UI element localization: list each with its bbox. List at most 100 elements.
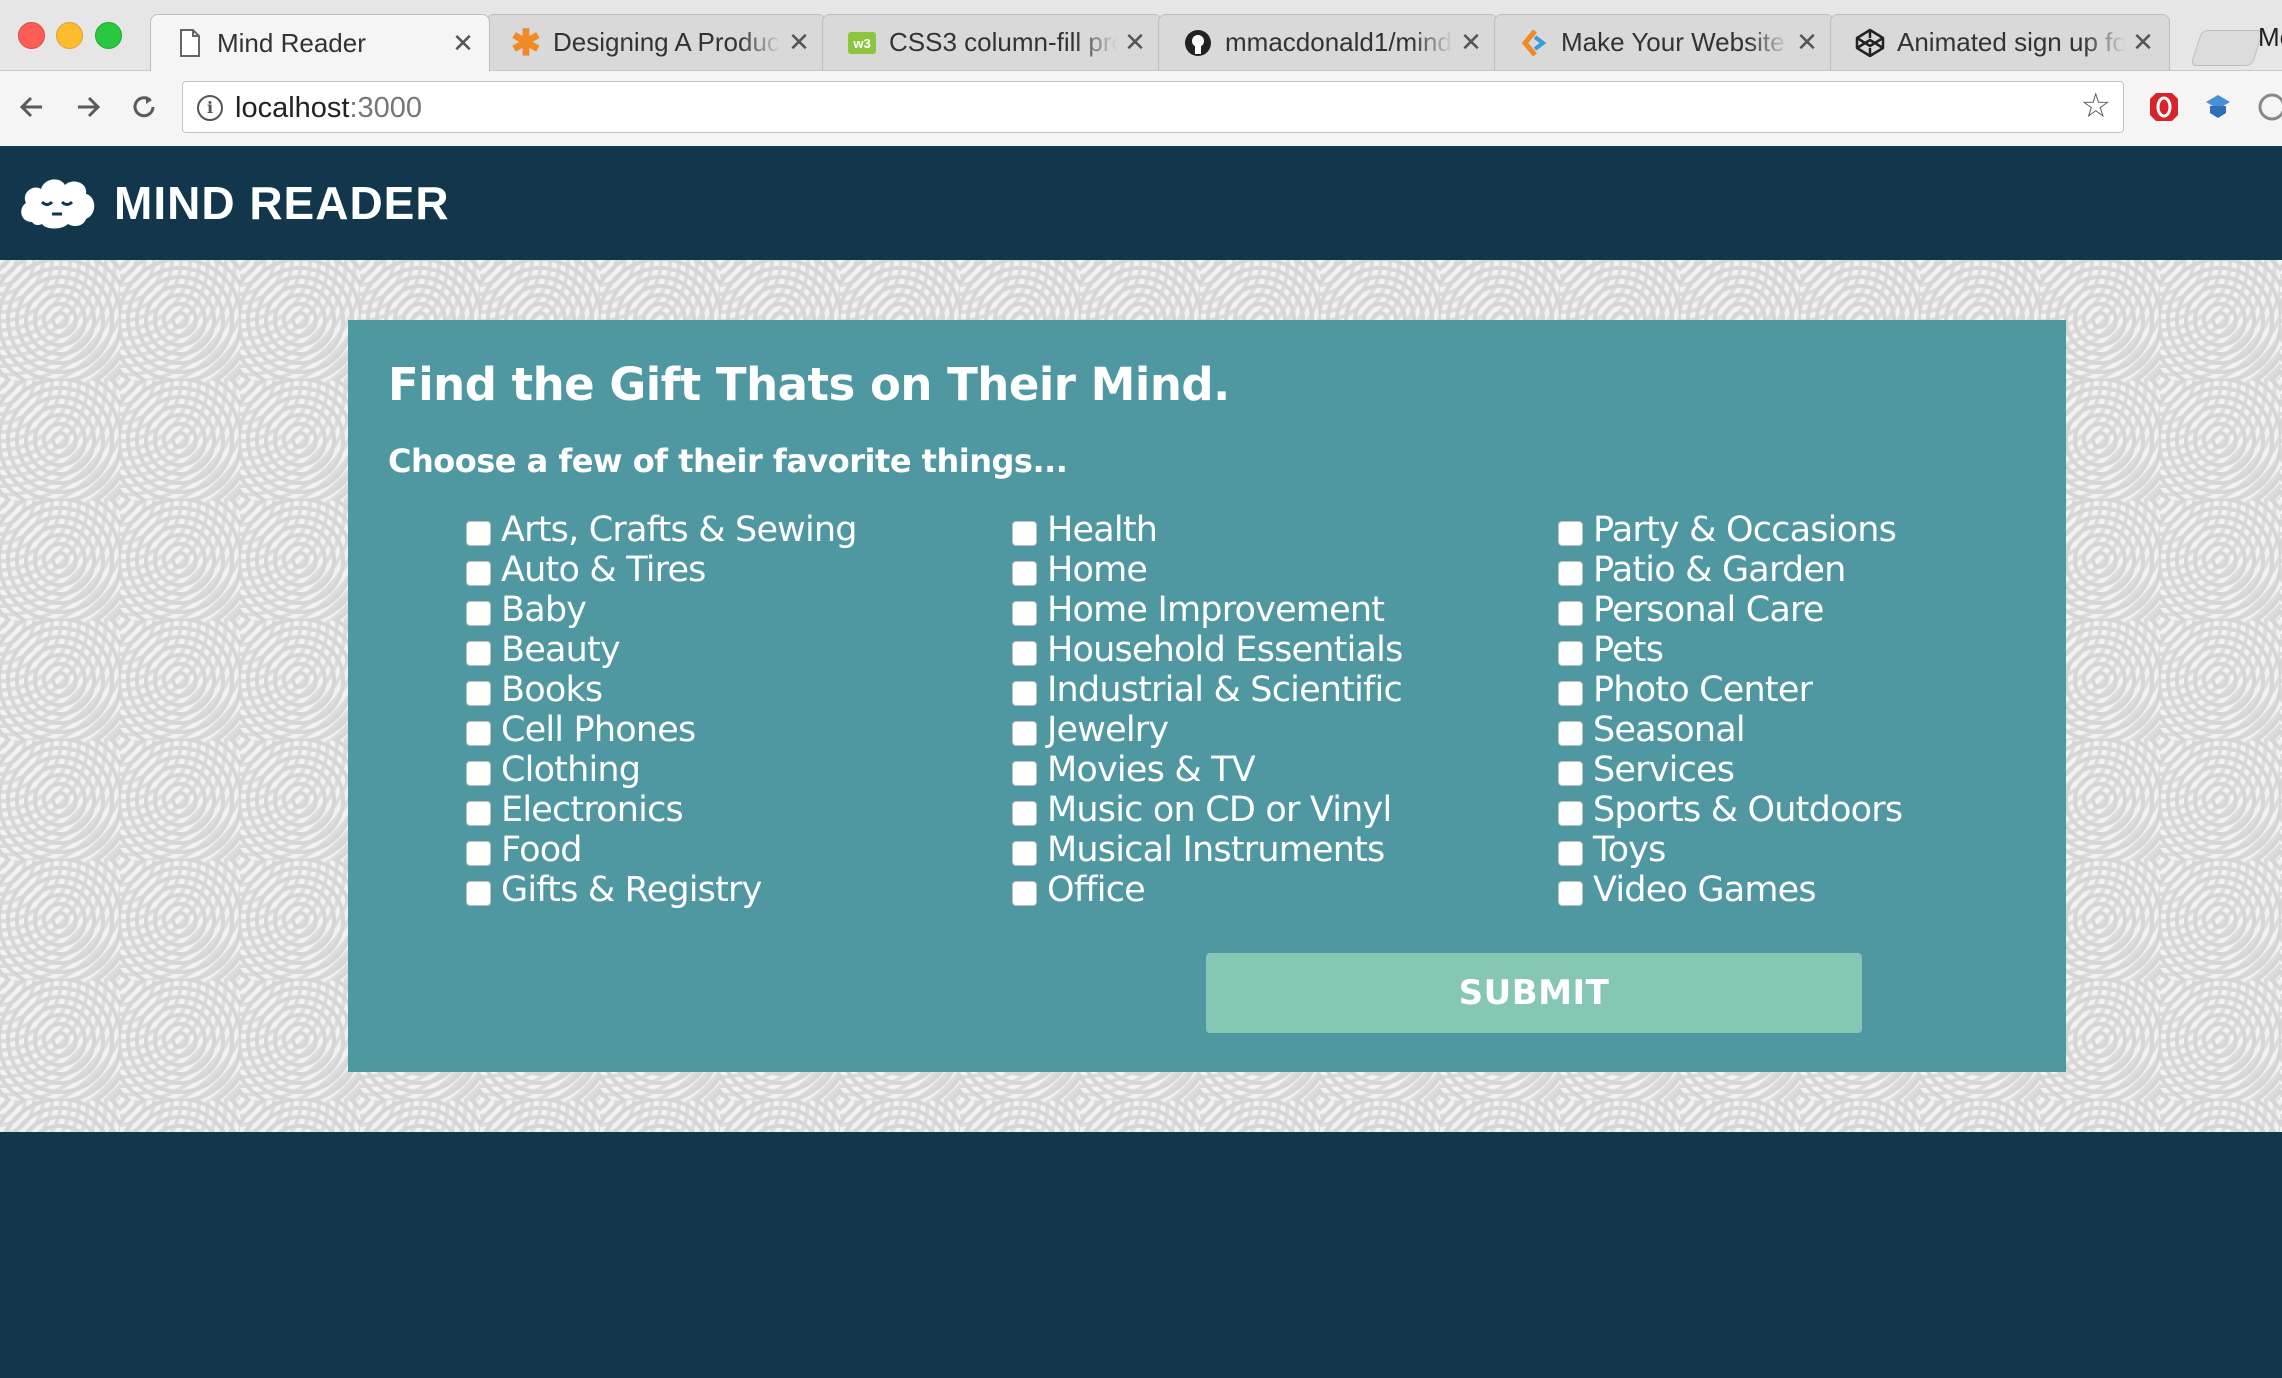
url-port: :3000 xyxy=(349,92,423,124)
close-tab-icon[interactable]: ✕ xyxy=(781,27,817,58)
tab-title: mmacdonald1/mind xyxy=(1225,27,1452,57)
close-tab-icon[interactable]: ✕ xyxy=(1453,27,1489,58)
category-option[interactable]: Seasonal xyxy=(1558,710,2078,750)
close-tab-icon[interactable]: ✕ xyxy=(445,28,481,59)
checkbox[interactable] xyxy=(1558,720,1583,746)
asterisk-icon: ✱ xyxy=(510,21,542,63)
category-option[interactable]: Home xyxy=(1012,550,1532,590)
page-icon xyxy=(175,28,205,58)
checkbox[interactable] xyxy=(1558,760,1583,786)
extension-circle-icon[interactable] xyxy=(2254,89,2282,125)
checkbox[interactable] xyxy=(1012,760,1037,786)
category-label: Gifts & Registry xyxy=(501,870,762,910)
category-option[interactable]: Office xyxy=(1012,870,1532,910)
category-option[interactable]: Patio & Garden xyxy=(1558,550,2078,590)
checkbox[interactable] xyxy=(466,560,491,586)
checkbox[interactable] xyxy=(1012,520,1037,546)
checkbox[interactable] xyxy=(1558,520,1583,546)
category-option[interactable]: Pets xyxy=(1558,630,2078,670)
browser-toolbar: i localhost:3000 ☆ xyxy=(0,71,2282,147)
checkbox[interactable] xyxy=(1012,560,1037,586)
category-option[interactable]: Personal Care xyxy=(1558,590,2078,630)
category-option[interactable]: Beauty xyxy=(466,630,986,670)
browser-tab-github-mind[interactable]: mmacdonald1/mind ✕ xyxy=(1158,14,1498,70)
checkbox[interactable] xyxy=(1012,600,1037,626)
category-option[interactable]: Cell Phones xyxy=(466,710,986,750)
checkbox[interactable] xyxy=(466,800,491,826)
checkbox[interactable] xyxy=(1012,800,1037,826)
extension-shield-icon[interactable] xyxy=(2200,89,2236,125)
checkbox[interactable] xyxy=(1558,600,1583,626)
bookmark-star-icon[interactable]: ☆ xyxy=(2081,86,2111,126)
zoom-window-button[interactable] xyxy=(95,22,122,49)
app-header: MIND READER xyxy=(0,146,2282,260)
browser-tab-strip: Mind Reader ✕ ✱ Designing A Product ✕ w3… xyxy=(0,0,2282,71)
checkbox[interactable] xyxy=(466,600,491,626)
category-option[interactable]: Music on CD or Vinyl xyxy=(1012,790,1532,830)
close-tab-icon[interactable]: ✕ xyxy=(2125,27,2161,58)
category-option[interactable]: Arts, Crafts & Sewing xyxy=(466,510,986,550)
browser-tab-css3-column-fill[interactable]: w3 CSS3 column-fill property ✕ xyxy=(822,14,1162,70)
checkbox[interactable] xyxy=(1012,640,1037,666)
back-arrow-icon[interactable] xyxy=(10,85,54,129)
category-option[interactable]: Books xyxy=(466,670,986,710)
category-option[interactable]: Photo Center xyxy=(1558,670,2078,710)
submit-button[interactable]: SUBMIT xyxy=(1206,953,1862,1033)
forward-arrow-icon[interactable] xyxy=(66,85,110,129)
category-option[interactable]: Musical Instruments xyxy=(1012,830,1532,870)
browser-tab-designing-a-product[interactable]: ✱ Designing A Product ✕ xyxy=(486,14,826,70)
opera-extension-icon[interactable] xyxy=(2146,89,2182,125)
category-option[interactable]: Sports & Outdoors xyxy=(1558,790,2078,830)
checkbox[interactable] xyxy=(1558,800,1583,826)
category-option[interactable]: Services xyxy=(1558,750,2078,790)
codepen-icon xyxy=(1855,28,1885,58)
checkbox[interactable] xyxy=(1012,840,1037,866)
checkbox[interactable] xyxy=(1012,880,1037,906)
close-tab-icon[interactable]: ✕ xyxy=(1789,27,1825,58)
browser-tab-mind-reader[interactable]: Mind Reader ✕ xyxy=(150,14,490,71)
minimize-window-button[interactable] xyxy=(56,22,83,49)
category-column-1: Arts, Crafts & Sewing Auto & Tires Baby … xyxy=(466,510,986,910)
checkbox[interactable] xyxy=(466,680,491,706)
checkbox[interactable] xyxy=(1558,640,1583,666)
category-option[interactable]: Party & Occasions xyxy=(1558,510,2078,550)
browser-tab-animated-sign-up[interactable]: Animated sign up fo ✕ xyxy=(1830,14,2170,70)
category-option[interactable]: Gifts & Registry xyxy=(466,870,986,910)
checkbox[interactable] xyxy=(466,760,491,786)
close-tab-icon[interactable]: ✕ xyxy=(1117,27,1153,58)
site-info-icon[interactable]: i xyxy=(197,95,223,121)
checkbox[interactable] xyxy=(466,520,491,546)
reload-icon[interactable] xyxy=(122,85,166,129)
category-option[interactable]: Toys xyxy=(1558,830,2078,870)
address-bar[interactable]: i localhost:3000 ☆ xyxy=(182,81,2124,133)
profile-label[interactable]: Me xyxy=(2258,22,2282,53)
category-option[interactable]: Household Essentials xyxy=(1012,630,1532,670)
checkbox[interactable] xyxy=(1558,880,1583,906)
category-option[interactable]: Movies & TV xyxy=(1012,750,1532,790)
category-option[interactable]: Home Improvement xyxy=(1012,590,1532,630)
checkbox[interactable] xyxy=(1012,720,1037,746)
category-option[interactable]: Industrial & Scientific xyxy=(1012,670,1532,710)
checkbox[interactable] xyxy=(1558,680,1583,706)
tab-title: Mind Reader xyxy=(217,27,366,58)
category-option[interactable]: Food xyxy=(466,830,986,870)
category-option[interactable]: Health xyxy=(1012,510,1532,550)
checkbox[interactable] xyxy=(466,720,491,746)
category-option[interactable]: Electronics xyxy=(466,790,986,830)
checkbox[interactable] xyxy=(1558,840,1583,866)
checkbox[interactable] xyxy=(1012,680,1037,706)
category-option[interactable]: Baby xyxy=(466,590,986,630)
checkbox[interactable] xyxy=(1558,560,1583,586)
close-window-button[interactable] xyxy=(18,22,45,49)
new-tab-button[interactable] xyxy=(2190,30,2264,66)
category-option[interactable]: Video Games xyxy=(1558,870,2078,910)
checkbox[interactable] xyxy=(466,640,491,666)
checkbox[interactable] xyxy=(466,880,491,906)
svg-text:w3: w3 xyxy=(852,36,870,51)
category-option[interactable]: Auto & Tires xyxy=(466,550,986,590)
category-label: Auto & Tires xyxy=(501,550,706,590)
browser-tab-make-your-website[interactable]: Make Your Website ✕ xyxy=(1494,14,1834,70)
category-option[interactable]: Jewelry xyxy=(1012,710,1532,750)
category-option[interactable]: Clothing xyxy=(466,750,986,790)
checkbox[interactable] xyxy=(466,840,491,866)
